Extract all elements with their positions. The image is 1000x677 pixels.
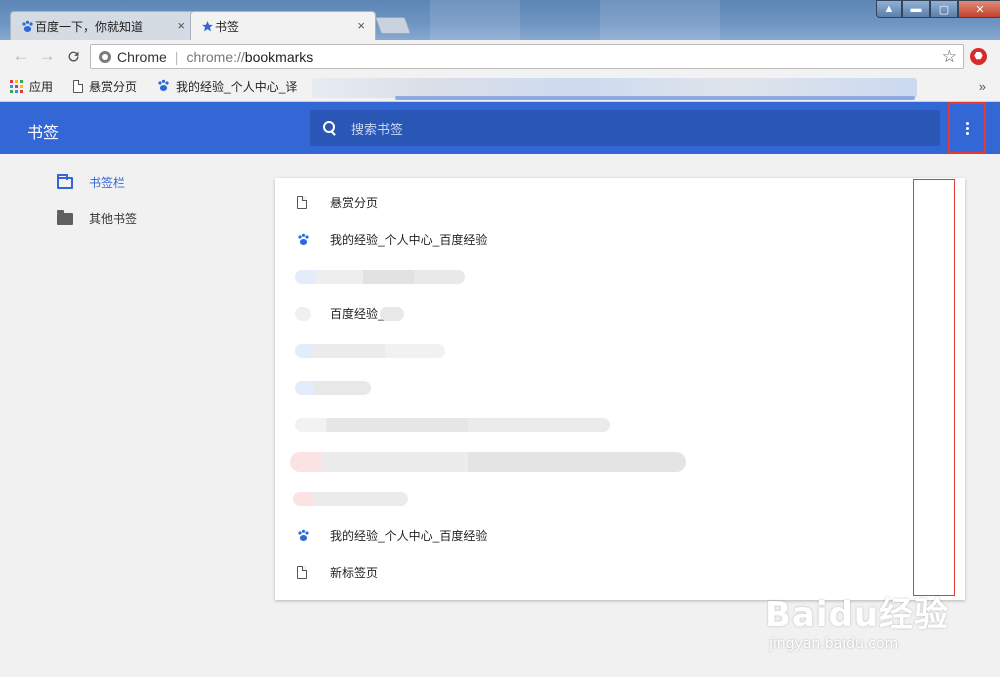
bookmark-title: 我的经验_个人中心_百度经验 [330, 233, 488, 247]
blurred-bookmark [295, 417, 610, 432]
bookmark-title: 新标签页 [330, 566, 379, 580]
chrome-icon [99, 50, 111, 63]
page-icon [297, 566, 307, 579]
bookmarks-header: 书签 搜索书签 [0, 102, 1000, 154]
tab-baidu[interactable]: 百度一下，你就知道 × [10, 11, 196, 40]
bookmarks-bar-item-reward[interactable]: 悬赏分页 [73, 78, 137, 95]
window-titlebar: 百度一下，你就知道 × 书签 × ▲ ▬ ▢ ✕ [0, 0, 1000, 40]
baidu-paw-icon [157, 79, 170, 95]
back-button[interactable]: ← [8, 43, 34, 69]
bookmarks-bar-item-baidu[interactable]: 我的经验_个人中心_译 [157, 78, 297, 95]
url-scheme: chrome:// [186, 48, 245, 65]
sidebar-item-label: 其他书签 [89, 212, 138, 226]
address-bar[interactable]: Chrome | chrome:// bookmarks ☆ [90, 44, 964, 69]
list-item[interactable]: 我的经验_个人中心_百度经验 [275, 517, 965, 554]
bookmark-list: 悬赏分页 我的经验_个人中心_百度经验 百度经验_ 我的经验_个人中心_百度经验… [275, 178, 965, 600]
close-icon[interactable]: × [357, 18, 365, 33]
bookmarks-bar-label: 悬赏分页 [89, 80, 138, 94]
bookmarks-bar-label: 应用 [29, 80, 54, 94]
sidebar-item-bookmarks-bar[interactable]: 书签栏 [57, 173, 126, 191]
sidebar-item-label: 书签栏 [89, 176, 126, 190]
bookmark-title: 悬赏分页 [330, 196, 379, 210]
bookmarks-content: 书签栏 其他书签 悬赏分页 我的经验_个人中心_百度经验 百度经验_ 我的经验_… [0, 154, 1000, 677]
blurred-bookmarks [395, 96, 915, 100]
list-item[interactable] [275, 443, 965, 480]
bookmark-title: 我的经验_个人中心_百度经验 [330, 529, 488, 543]
window-controls: ▲ ▬ ▢ ✕ [876, 0, 1000, 18]
page-icon [297, 196, 307, 209]
bookmark-star-icon[interactable]: ☆ [942, 47, 957, 67]
list-item[interactable] [275, 332, 965, 369]
page-title: 书签 [27, 125, 60, 142]
tab-title: 书签 [215, 19, 240, 34]
maximize-button[interactable]: ▢ [930, 0, 958, 18]
blurred-bookmark [295, 269, 465, 284]
list-item[interactable]: 我的经验_个人中心_百度经验 [275, 221, 965, 258]
divider: | [174, 48, 179, 65]
search-bookmarks-input[interactable]: 搜索书签 [310, 110, 940, 146]
baidu-paw-icon [297, 233, 310, 246]
list-item[interactable] [275, 258, 965, 295]
blurred-bookmarks [312, 78, 917, 98]
blurred-bookmark [290, 451, 686, 472]
forward-button[interactable]: → [34, 43, 60, 69]
reload-icon [68, 51, 79, 62]
folder-icon [57, 209, 73, 225]
restore-button[interactable]: ▲ [876, 0, 902, 18]
search-icon [323, 121, 337, 135]
apps-icon [10, 80, 23, 93]
blurred-text [380, 306, 404, 321]
close-icon[interactable]: × [177, 18, 185, 33]
baidu-paw-icon [21, 20, 34, 33]
watermark-url: jingyan.baidu.com [769, 636, 899, 652]
more-vert-icon [965, 121, 969, 135]
tab-bookmarks[interactable]: 书签 × [190, 11, 376, 40]
sidebar-item-other-bookmarks[interactable]: 其他书签 [57, 209, 138, 227]
blurred-bookmark [295, 380, 371, 395]
more-bookmarks-chevron[interactable]: » [979, 79, 986, 94]
background-blur [600, 0, 720, 40]
baidu-paw-icon [297, 529, 310, 542]
site-label: Chrome [117, 48, 167, 65]
page-icon [73, 80, 84, 93]
background-blur [430, 0, 520, 40]
list-item[interactable]: 百度经验_ [275, 295, 965, 332]
blurred-bookmark [293, 491, 408, 506]
list-item[interactable] [275, 406, 965, 443]
organize-menu-button[interactable] [948, 102, 986, 154]
new-tab-button[interactable] [374, 17, 412, 34]
bookmarks-bar-label: 我的经验_个人中心_译 [176, 80, 298, 94]
highlight-box [913, 179, 955, 596]
close-window-button[interactable]: ✕ [958, 0, 1000, 18]
bookmark-title: 百度经验_ [330, 307, 385, 321]
search-placeholder: 搜索书签 [351, 121, 404, 137]
list-item[interactable]: 悬赏分页 [275, 184, 965, 221]
list-item[interactable] [275, 480, 965, 517]
url-host: bookmarks [244, 48, 314, 65]
tab-title: 百度一下，你就知道 [35, 19, 144, 34]
list-item[interactable]: 新标签页 [275, 554, 965, 591]
watermark: Baidu经验 jingyan.baidu.com [765, 587, 949, 652]
star-icon [201, 20, 214, 33]
blurred-icon [295, 306, 311, 321]
extension-icon[interactable]: ⬣ [970, 48, 987, 65]
reload-button[interactable] [60, 43, 86, 69]
minimize-button[interactable]: ▬ [902, 0, 930, 18]
browser-toolbar: ← → Chrome | chrome:// bookmarks ☆ [0, 40, 1000, 72]
list-item[interactable] [275, 369, 965, 406]
bookmarks-bar-item-apps[interactable]: 应用 [10, 78, 53, 95]
blurred-bookmark [295, 343, 445, 358]
folder-open-icon [57, 173, 73, 189]
